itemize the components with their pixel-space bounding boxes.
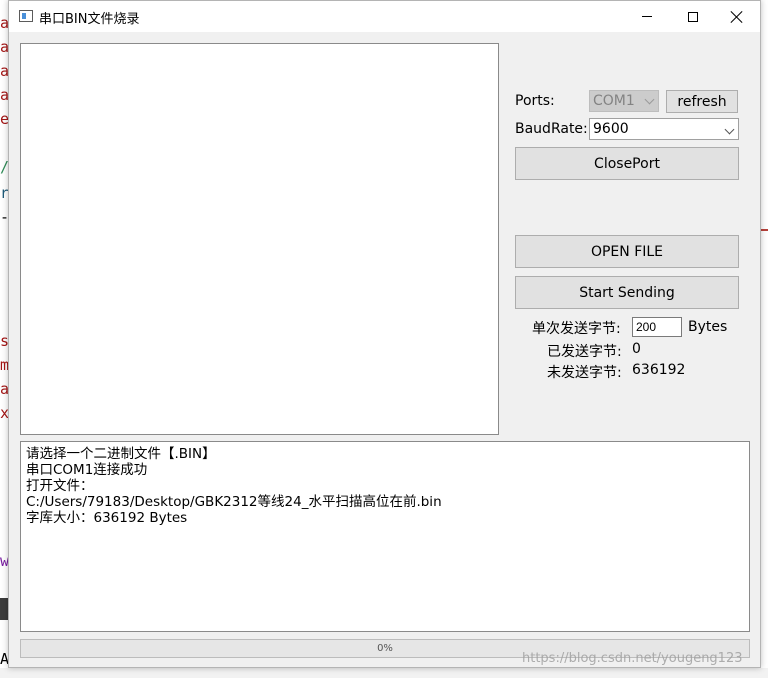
close-window-button[interactable] — [714, 1, 760, 32]
preview-panel[interactable] — [20, 43, 499, 435]
chevron-down-icon — [724, 124, 735, 135]
minimize-icon — [642, 16, 652, 17]
background-glyph: a — [0, 86, 8, 104]
ports-select[interactable]: COM1 — [589, 90, 659, 112]
chunk-size-unit: Bytes — [688, 319, 728, 335]
baudrate-select-value: 9600 — [593, 121, 629, 137]
ports-select-value: COM1 — [593, 93, 635, 109]
log-line: C:/Users/79183/Desktop/GBK2312等线24_水平扫描高… — [26, 494, 442, 510]
chunk-size-input[interactable] — [632, 317, 682, 337]
background-glyph: / — [0, 158, 8, 176]
ports-label: Ports: — [515, 93, 555, 109]
background-glyph: a — [0, 62, 8, 80]
background-glyph: m — [0, 356, 8, 374]
sent-bytes-label: 已发送字节: — [547, 344, 622, 360]
background-glyph: x — [0, 404, 8, 422]
app-window: 串口BIN文件烧录 Ports: COM1 refresh BaudRate: … — [8, 0, 761, 668]
minimize-button[interactable] — [624, 1, 670, 32]
background-glyph: a — [0, 14, 8, 32]
remaining-bytes-label: 未发送字节: — [547, 365, 622, 381]
background-glyph: a — [0, 38, 8, 56]
log-line: 打开文件： — [26, 478, 94, 494]
background-glyph: w — [0, 552, 8, 570]
open-file-button[interactable]: OPEN FILE — [515, 235, 739, 268]
close-icon — [731, 11, 743, 23]
background-glyph: s — [0, 332, 8, 350]
maximize-button[interactable] — [670, 1, 716, 32]
background-glyph: a — [0, 380, 8, 398]
log-output[interactable]: 请选择一个二进制文件【.BIN】 串口COM1连接成功 打开文件： C:/Use… — [20, 441, 750, 632]
background-glyph: r — [0, 184, 8, 202]
background-glyph: A — [0, 650, 8, 668]
baudrate-select[interactable]: 9600 — [589, 118, 739, 140]
background-glyph: e — [0, 110, 8, 128]
log-line: 字库大小：636192 Bytes — [26, 510, 188, 526]
app-window-icon — [19, 10, 33, 22]
progress-text: 0% — [377, 643, 393, 654]
log-line: 请选择一个二进制文件【.BIN】 — [26, 446, 216, 462]
log-line: 串口COM1连接成功 — [26, 462, 148, 478]
window-title: 串口BIN文件烧录 — [39, 12, 140, 27]
background-glyph: - — [0, 208, 8, 226]
sent-bytes-value: 0 — [632, 341, 641, 357]
title-bar[interactable]: 串口BIN文件烧录 — [9, 1, 760, 32]
close-port-button[interactable]: ClosePort — [515, 147, 739, 180]
maximize-icon — [688, 11, 698, 22]
background-bottom-strip — [0, 668, 768, 678]
baudrate-label: BaudRate: — [515, 121, 588, 137]
chevron-down-icon — [644, 94, 655, 105]
watermark-text: https://blog.csdn.net/yougeng123 — [522, 651, 743, 666]
remaining-bytes-value: 636192 — [632, 362, 686, 378]
background-editor-left: a a a a e / r - s m a x w A — [0, 0, 8, 678]
refresh-button[interactable]: refresh — [666, 90, 738, 113]
chunk-size-label: 单次发送字节: — [532, 321, 621, 337]
start-sending-button[interactable]: Start Sending — [515, 276, 739, 309]
